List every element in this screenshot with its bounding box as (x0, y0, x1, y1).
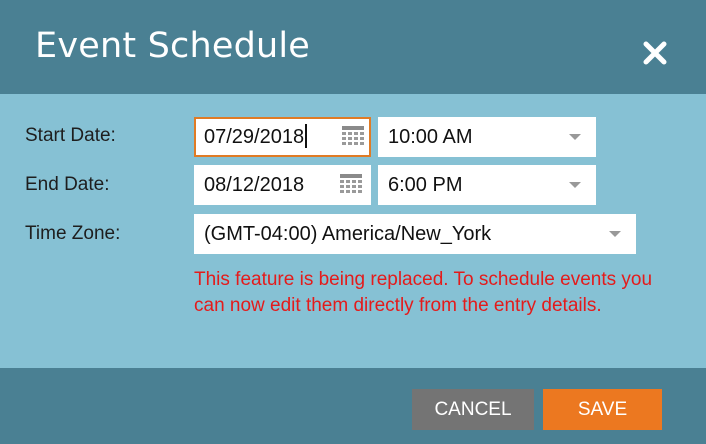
save-button[interactable]: SAVE (543, 389, 662, 430)
start-time-value: 10:00 AM (388, 126, 473, 148)
end-time-select[interactable]: 6:00 PM (378, 165, 596, 205)
calendar-icon[interactable] (340, 174, 362, 194)
text-caret (305, 124, 308, 149)
dialog-title: Event Schedule (35, 26, 311, 66)
end-date-label: End Date: (25, 174, 110, 195)
time-zone-select[interactable]: (GMT-04:00) America/New_York (194, 214, 636, 254)
time-zone-value: (GMT-04:00) America/New_York (204, 223, 492, 245)
chevron-down-icon (569, 134, 581, 140)
end-date-value: 08/12/2018 (204, 174, 305, 196)
end-time-value: 6:00 PM (388, 174, 463, 196)
cancel-button[interactable]: CANCEL (412, 389, 534, 430)
dialog-header: Event Schedule (0, 0, 706, 94)
chevron-down-icon (609, 231, 621, 237)
close-button[interactable] (642, 40, 668, 66)
start-date-label: Start Date: (25, 125, 116, 146)
start-time-select[interactable]: 10:00 AM (378, 117, 596, 157)
calendar-icon[interactable] (342, 126, 364, 146)
end-date-input[interactable]: 08/12/2018 (194, 165, 371, 205)
close-icon (643, 41, 667, 65)
event-schedule-dialog: Event Schedule Start Date: 07/29/2018 10… (0, 0, 706, 444)
start-date-value: 07/29/2018 (204, 126, 305, 148)
deprecation-notice: This feature is being replaced. To sched… (194, 269, 653, 316)
time-zone-label: Time Zone: (25, 223, 121, 244)
start-date-input[interactable]: 07/29/2018 (194, 117, 371, 157)
chevron-down-icon (569, 182, 581, 188)
